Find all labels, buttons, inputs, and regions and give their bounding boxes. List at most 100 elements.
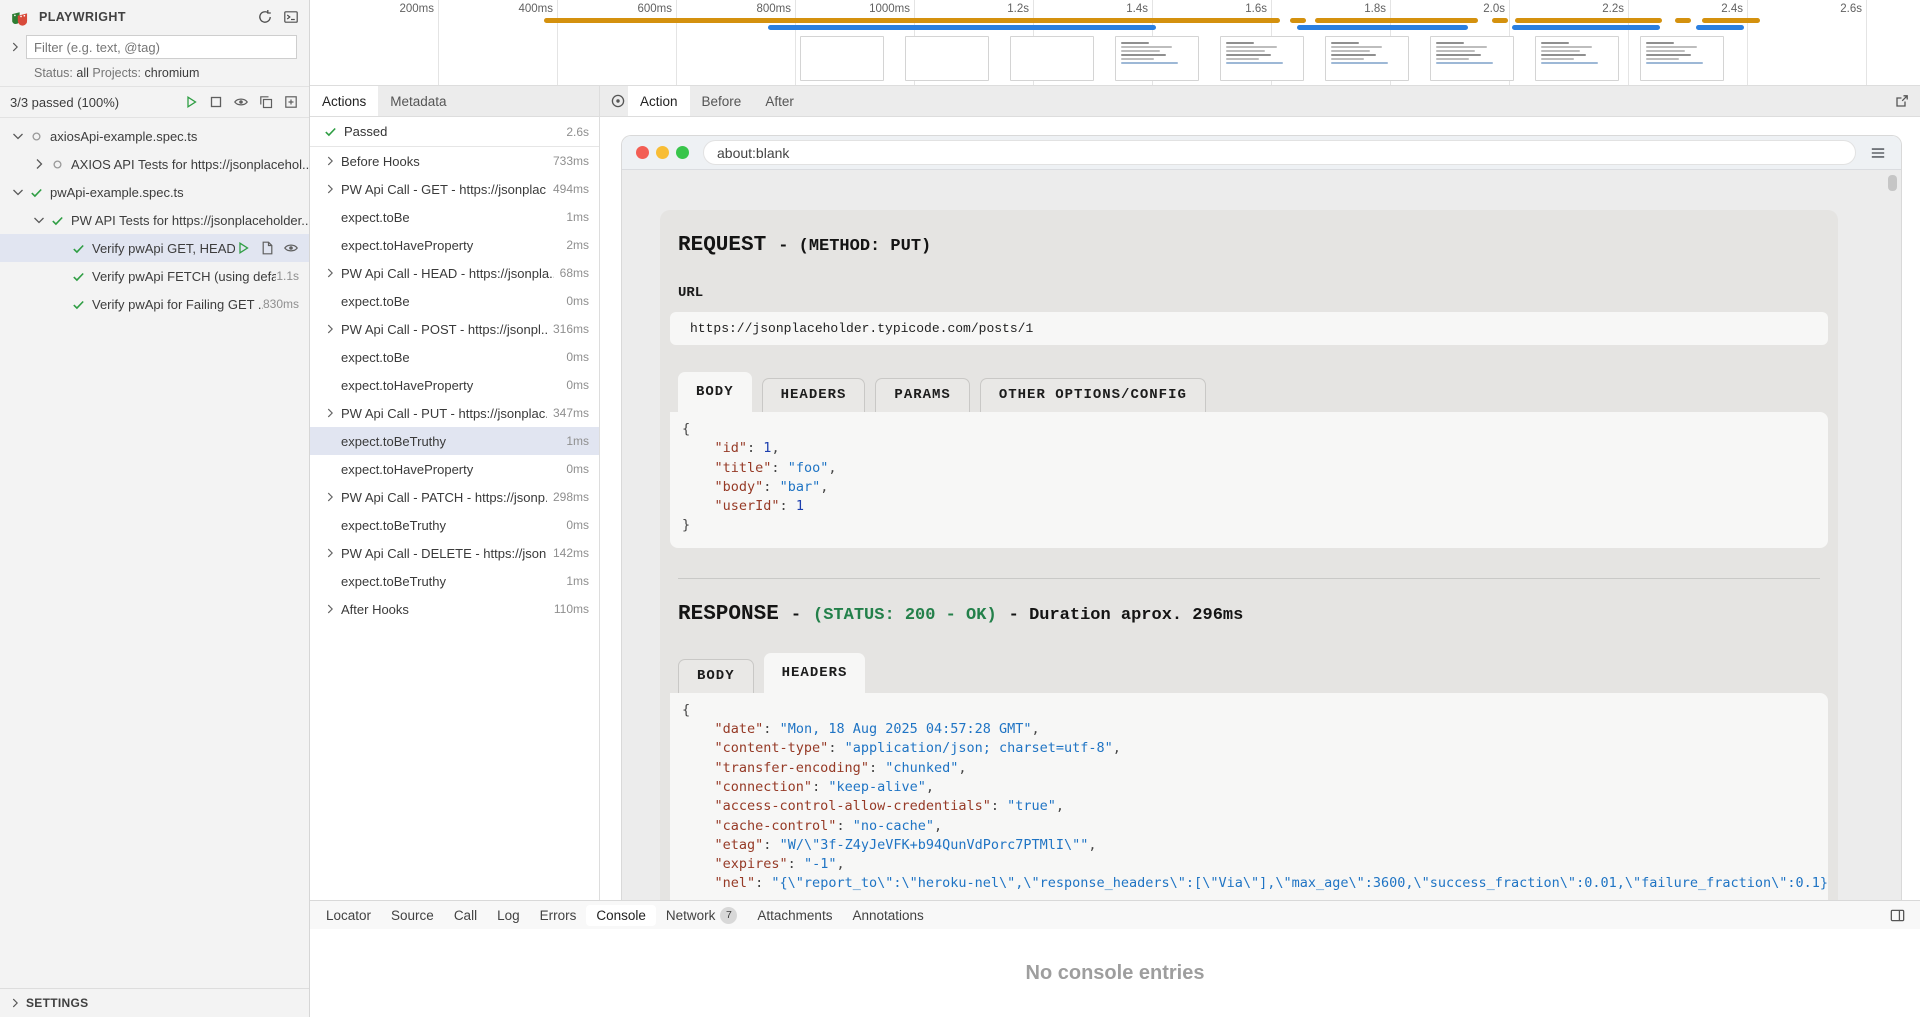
json-line: "nel": "{\"report_to\":\"heroku-nel\",\"… — [714, 875, 1828, 892]
tree-item-4[interactable]: Verify pwApi GET, HEAD, ... — [0, 234, 309, 262]
bottom-tab-locator[interactable]: Locator — [316, 905, 381, 926]
response-separator: - — [790, 605, 802, 625]
page-scrollbar-thumb[interactable] — [1888, 175, 1897, 191]
chevron-down-icon[interactable] — [10, 128, 26, 144]
request-url-value: https://jsonplaceholder.typicode.com/pos… — [670, 312, 1828, 345]
action-item-10[interactable]: expect.toBeTruthy 1ms — [310, 427, 599, 455]
tab-metadata[interactable]: Metadata — [378, 86, 458, 116]
action-item-16[interactable]: After Hooks 110ms — [310, 595, 599, 623]
action-item-5[interactable]: expect.toBe 0ms — [310, 287, 599, 315]
chevron-down-icon[interactable] — [31, 212, 47, 228]
tab-actions[interactable]: Actions — [310, 86, 379, 116]
watch-test-icon[interactable] — [283, 240, 299, 256]
show-source-icon[interactable] — [259, 240, 275, 256]
tab-before[interactable]: Before — [690, 86, 754, 116]
request-tab-params[interactable]: PARAMS — [875, 378, 970, 412]
chevron-right-icon[interactable] — [323, 602, 337, 616]
open-external-icon[interactable] — [1894, 93, 1910, 109]
menu-icon[interactable] — [1869, 144, 1887, 162]
action-item-8[interactable]: expect.toHaveProperty 0ms — [310, 371, 599, 399]
bottom-tab-attachments[interactable]: Attachments — [747, 905, 842, 926]
json-line: "expires": "-1", — [714, 856, 845, 873]
chevron-right-icon[interactable] — [323, 490, 337, 504]
tree-item-1[interactable]: AXIOS API Tests for https://jsonplacehol… — [0, 150, 309, 178]
tree-item-duration: 1.1s — [276, 269, 299, 283]
action-item-label: Before Hooks — [341, 153, 420, 169]
action-item-12[interactable]: PW Api Call - PATCH - https://jsonp... 29… — [310, 483, 599, 511]
request-tab-headers[interactable]: HEADERS — [761, 378, 866, 412]
tree-item-5[interactable]: Verify pwApi FETCH (using defau... 1.1s — [0, 262, 309, 290]
tree-item-3[interactable]: PW API Tests for https://jsonplaceholder… — [0, 206, 309, 234]
address-bar-url: about:blank — [717, 144, 790, 161]
action-item-4[interactable]: PW Api Call - HEAD - https://jsonpla... 6… — [310, 259, 599, 287]
refresh-icon[interactable] — [257, 9, 273, 25]
bottom-tab-annotations[interactable]: Annotations — [842, 905, 933, 926]
tree-item-2[interactable]: pwApi-example.spec.ts — [0, 178, 309, 206]
chevron-right-icon[interactable] — [323, 322, 337, 336]
toggle-panel-layout-icon[interactable] — [1889, 907, 1906, 924]
response-tab-headers[interactable]: HEADERS — [763, 652, 866, 693]
chevron-right-icon[interactable] — [323, 406, 337, 420]
action-item-duration: 0ms — [566, 350, 589, 364]
action-item-9[interactable]: PW Api Call - PUT - https://jsonplac... 3… — [310, 399, 599, 427]
action-item-duration: 68ms — [559, 266, 589, 280]
bottom-tab-log[interactable]: Log — [487, 905, 530, 926]
bottom-tab-console[interactable]: Console — [586, 904, 656, 926]
thumbnail-sketch-line — [1436, 54, 1482, 56]
api-report-card: REQUEST - (METHOD: PUT) URL https://json… — [660, 210, 1838, 900]
tree-item-0[interactable]: axiosApi-example.spec.ts — [0, 122, 309, 150]
action-item-11[interactable]: expect.toHaveProperty 0ms — [310, 455, 599, 483]
timeline-action-bar — [1675, 18, 1691, 23]
run-all-icon[interactable] — [183, 94, 199, 110]
action-item-3[interactable]: expect.toHaveProperty 2ms — [310, 231, 599, 259]
action-item-13[interactable]: expect.toBeTruthy 0ms — [310, 511, 599, 539]
bottom-tab-network[interactable]: Network 7 — [656, 904, 748, 927]
stop-icon[interactable] — [208, 94, 224, 110]
action-item-6[interactable]: PW Api Call - POST - https://jsonpl... 31… — [310, 315, 599, 343]
response-tab-body[interactable]: BODY — [678, 658, 754, 693]
pick-locator-icon[interactable] — [610, 93, 626, 109]
status-value[interactable]: all — [76, 66, 89, 80]
chevron-right-icon[interactable] — [323, 182, 337, 196]
bottom-tab-errors[interactable]: Errors — [530, 905, 587, 926]
action-item-2[interactable]: expect.toBe 1ms — [310, 203, 599, 231]
chevron-right-icon[interactable] — [323, 266, 337, 280]
timeline-gridline — [438, 0, 439, 85]
filter-expand-chevron-icon[interactable] — [8, 40, 22, 54]
bottom-tab-call[interactable]: Call — [444, 905, 487, 926]
bottom-tab-source[interactable]: Source — [381, 905, 444, 926]
request-tab-other-options-config[interactable]: OTHER OPTIONS/CONFIG — [979, 378, 1206, 412]
action-item-15[interactable]: expect.toBeTruthy 1ms — [310, 567, 599, 595]
json-line: "title": "foo", — [714, 459, 837, 476]
actions-tabbar: Actions Metadata — [310, 86, 599, 117]
chevron-down-icon[interactable] — [10, 184, 26, 200]
browser-snapshot-window: about:blank REQUEST - (METHOD: PUT) URL … — [621, 135, 1902, 900]
chevron-right-icon[interactable] — [323, 154, 337, 168]
action-item-duration: 298ms — [552, 490, 589, 504]
projects-value[interactable]: chromium — [145, 66, 200, 80]
watch-all-icon[interactable] — [233, 94, 249, 110]
trace-timeline-strip[interactable]: 200ms 400ms 600ms 800ms 1000ms 1.2s 1.4s 1.6s 1.… — [310, 0, 1920, 86]
filter-input[interactable] — [26, 35, 297, 59]
settings-section[interactable]: SETTINGS — [0, 988, 309, 1017]
run-test-icon[interactable] — [235, 240, 251, 256]
terminal-icon[interactable] — [283, 9, 299, 25]
tab-after[interactable]: After — [753, 86, 806, 116]
address-bar[interactable]: about:blank — [703, 140, 1856, 165]
action-item-7[interactable]: expect.toBe 0ms — [310, 343, 599, 371]
chevron-right-icon[interactable] — [323, 546, 337, 560]
chevron-right-icon[interactable] — [31, 156, 47, 172]
action-item-14[interactable]: PW Api Call - DELETE - https://json... 14… — [310, 539, 599, 567]
request-heading: REQUEST - (METHOD: PUT) — [678, 234, 1828, 257]
tree-item-6[interactable]: Verify pwApi for Failing GET ... 830ms — [0, 290, 309, 318]
action-item-duration: 1ms — [566, 434, 589, 448]
thumbnail-sketch-line — [1121, 42, 1149, 44]
reveal-in-explorer-icon[interactable] — [283, 94, 299, 110]
request-tab-body[interactable]: BODY — [678, 372, 752, 412]
action-item-1[interactable]: PW Api Call - GET - https://jsonplac... 4… — [310, 175, 599, 203]
json-line: { — [682, 701, 691, 718]
action-item-0[interactable]: Before Hooks 733ms — [310, 147, 599, 175]
thumbnail-sketch-line — [1121, 46, 1172, 48]
collapse-all-icon[interactable] — [258, 94, 274, 110]
tab-action[interactable]: Action — [628, 86, 690, 116]
